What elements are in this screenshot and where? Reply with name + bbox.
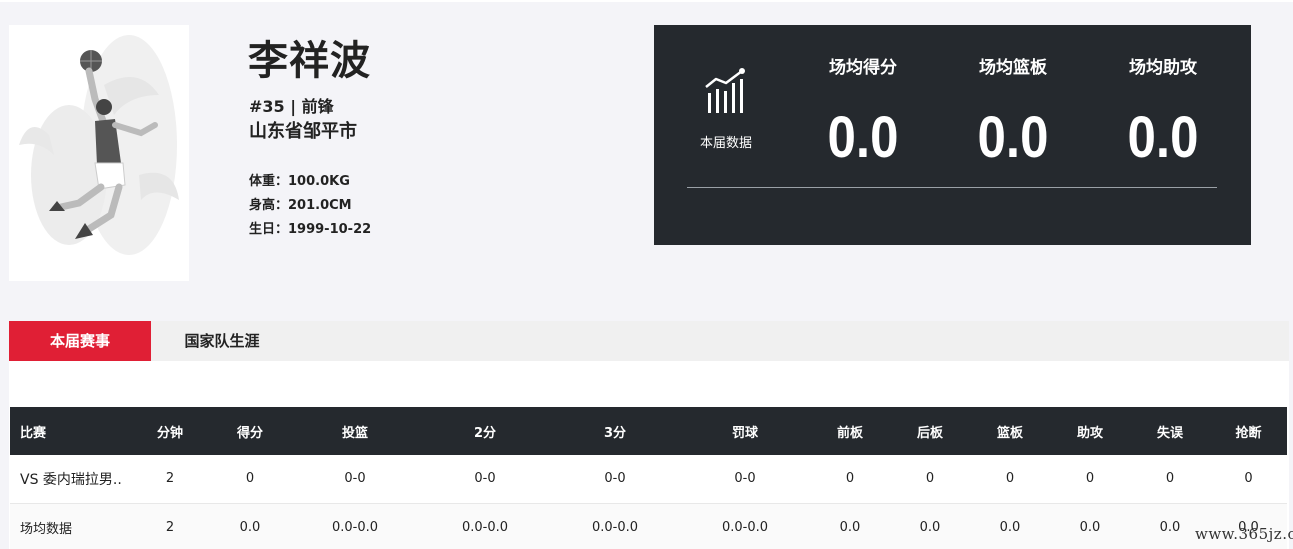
cell: 0-0 bbox=[344, 471, 366, 487]
stat-avg-points-value: 0.0 bbox=[827, 105, 899, 170]
cell-average-label: 场均数据 bbox=[20, 521, 73, 537]
stat-avg-assists-value: 0.0 bbox=[1127, 105, 1199, 170]
header-points: 得分 bbox=[236, 425, 263, 441]
cell: 2 bbox=[165, 471, 175, 487]
cell: 0.0-0.0 bbox=[591, 519, 639, 535]
stat-avg-points-label: 场均得分 bbox=[829, 58, 897, 78]
cell: 0 bbox=[845, 471, 855, 487]
header-steals: 抢断 bbox=[1235, 425, 1262, 441]
player-birthday: 生日：1999-10-22 bbox=[249, 222, 372, 237]
table-row: 场均数据 2 0.0 0.0-0.0 0.0-0.0 0.0-0.0 0.0-0… bbox=[10, 503, 1287, 549]
tabs-bar: 本届赛事 国家队生涯 bbox=[9, 321, 1289, 361]
cell: 0.0-0.0 bbox=[331, 519, 379, 535]
game-stats-table: 比赛 分钟 得分 投篮 2分 3分 罚球 前板 后板 篮板 助攻 失误 抢断 V… bbox=[10, 407, 1287, 549]
cell: 0.0 bbox=[1079, 519, 1101, 535]
cell: 0 bbox=[1085, 471, 1095, 487]
tab-national-team-career[interactable]: 国家队生涯 bbox=[151, 321, 293, 361]
cell-game[interactable]: VS 委内瑞拉男.. bbox=[10, 455, 130, 503]
player-silhouette-icon bbox=[19, 35, 179, 255]
cell: 0 bbox=[1165, 471, 1175, 487]
player-photo bbox=[9, 25, 189, 281]
header-three-pointers: 3分 bbox=[603, 425, 627, 441]
cell: 0 bbox=[245, 471, 255, 487]
cell: 0.0 bbox=[919, 519, 941, 535]
player-hometown: 山东省邹平市 bbox=[249, 121, 357, 142]
stat-avg-rebounds-value: 0.0 bbox=[977, 105, 1049, 170]
player-name: 李祥波 bbox=[248, 38, 371, 84]
cell: 0.0-0.0 bbox=[461, 519, 509, 535]
stat-avg-assists: 场均助攻 0.0 bbox=[1093, 53, 1233, 171]
header-minutes: 分钟 bbox=[156, 425, 183, 441]
cell: 0 bbox=[925, 471, 935, 487]
header-assists: 助攻 bbox=[1076, 425, 1103, 441]
season-data-label: 本届数据 bbox=[699, 136, 752, 151]
cell: 0 bbox=[1005, 471, 1015, 487]
header-free-throws: 罚球 bbox=[731, 425, 758, 441]
cell: 0.0 bbox=[239, 519, 261, 535]
table-row[interactable]: VS 委内瑞拉男.. 2 0 0-0 0-0 0-0 0-0 0 0 0 0 0… bbox=[10, 455, 1287, 503]
season-stats-panel: 本届数据 场均得分 0.0 场均篮板 0.0 场均助攻 0.0 bbox=[654, 25, 1251, 245]
panel-divider bbox=[687, 187, 1217, 188]
top-edge bbox=[0, 0, 1293, 2]
cell: 0.0 bbox=[839, 519, 861, 535]
stat-avg-points: 场均得分 0.0 bbox=[793, 53, 933, 171]
stat-avg-rebounds-label: 场均篮板 bbox=[979, 58, 1047, 78]
tab-current-event[interactable]: 本届赛事 bbox=[9, 321, 151, 361]
header-two-pointers: 2分 bbox=[473, 425, 497, 441]
header-rebounds: 篮板 bbox=[996, 425, 1023, 441]
stat-avg-rebounds: 场均篮板 0.0 bbox=[943, 53, 1083, 171]
header-field-goals: 投篮 bbox=[341, 425, 368, 441]
bar-chart-trend-icon bbox=[705, 68, 745, 113]
player-weight: 体重：100.0KG bbox=[249, 174, 350, 189]
header-off-rebounds: 前板 bbox=[836, 425, 863, 441]
cell: 0-0 bbox=[604, 471, 626, 487]
player-height: 身高：201.0CM bbox=[249, 198, 352, 213]
cell: 0.0 bbox=[999, 519, 1021, 535]
header-game: 比赛 bbox=[20, 425, 47, 441]
header-turnovers: 失误 bbox=[1156, 425, 1183, 441]
header-def-rebounds: 后板 bbox=[916, 425, 943, 441]
table-header-row: 比赛 分钟 得分 投篮 2分 3分 罚球 前板 后板 篮板 助攻 失误 抢断 bbox=[10, 407, 1287, 455]
cell: 0 bbox=[1244, 471, 1253, 487]
cell: 0-0 bbox=[734, 471, 756, 487]
cell: 0-0 bbox=[474, 471, 496, 487]
cell: 2 bbox=[165, 519, 175, 535]
watermark: www.365jz.com bbox=[1195, 525, 1293, 543]
player-number-position: #35 | 前锋 bbox=[249, 97, 334, 116]
stat-avg-assists-label: 场均助攻 bbox=[1129, 58, 1197, 78]
cell: 0.0-0.0 bbox=[721, 519, 769, 535]
